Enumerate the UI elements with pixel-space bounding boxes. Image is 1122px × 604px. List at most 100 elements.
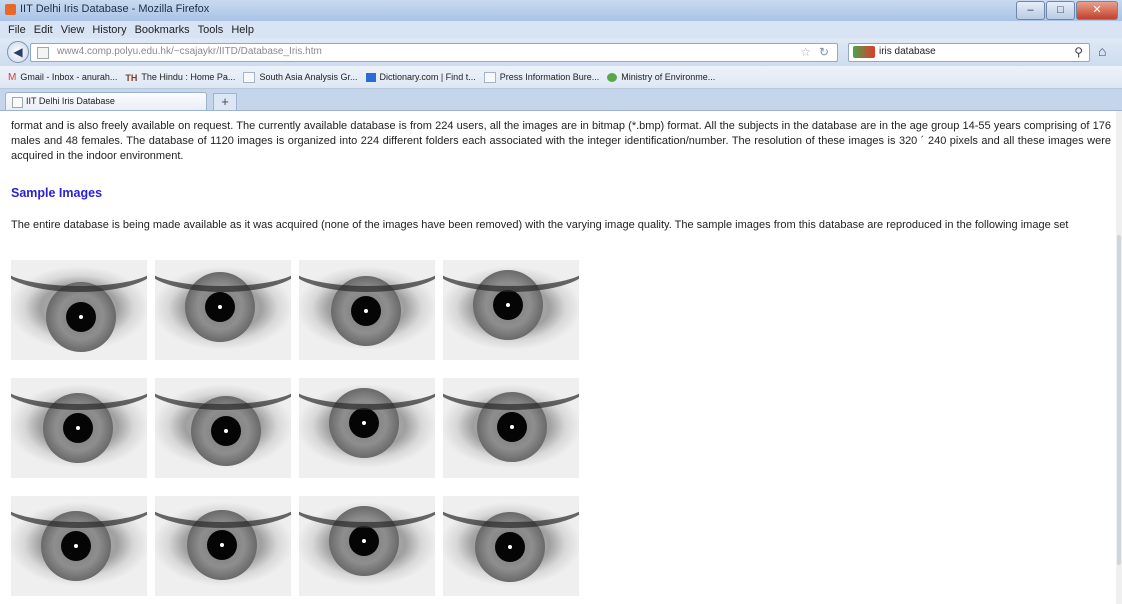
pupil-shape <box>205 292 235 322</box>
address-bar[interactable]: www4.comp.polyu.edu.hk/~csajaykr/IITD/Da… <box>30 43 838 62</box>
bookmark-ministry-environment[interactable]: Ministry of Environme... <box>607 72 715 82</box>
page-icon <box>37 47 49 59</box>
search-engine-icon[interactable] <box>853 46 875 58</box>
bookmark-label: Gmail - Inbox - anurah... <box>20 72 118 82</box>
glint-shape <box>218 305 222 309</box>
bookmark-dictionary[interactable]: Dictionary.com | Find t... <box>365 72 476 82</box>
iris-sample-image <box>11 378 147 478</box>
menu-help[interactable]: Help <box>231 24 254 36</box>
glint-shape <box>362 421 366 425</box>
eyelid-shape <box>299 378 435 410</box>
scrollbar-thumb[interactable] <box>1117 235 1121 565</box>
iris-sample-image <box>443 260 579 360</box>
eyelid-shape <box>11 496 147 528</box>
page-content: format and is also freely available on r… <box>0 111 1116 604</box>
pupil-shape <box>66 302 96 332</box>
iris-sample-image <box>299 378 435 478</box>
close-button[interactable]: ✕ <box>1076 1 1118 20</box>
pupil-shape <box>349 408 379 438</box>
glint-shape <box>79 315 83 319</box>
page-icon <box>483 71 496 83</box>
pupil-shape <box>497 412 527 442</box>
url-text[interactable]: www4.comp.polyu.edu.hk/~csajaykr/IITD/Da… <box>57 46 322 57</box>
glint-shape <box>510 425 514 429</box>
iris-sample-image <box>155 496 291 596</box>
minimize-button[interactable]: – <box>1016 1 1045 20</box>
menu-edit[interactable]: Edit <box>34 24 53 36</box>
menu-history[interactable]: History <box>92 24 126 36</box>
iris-sample-image <box>443 496 579 596</box>
bookmark-the-hindu[interactable]: TH The Hindu : Home Pa... <box>125 72 235 83</box>
eyelid-shape <box>11 378 147 410</box>
bookmark-label: Press Information Bure... <box>499 72 600 82</box>
intro-paragraph: format and is also freely available on r… <box>11 120 1111 162</box>
pupil-shape <box>495 532 525 562</box>
pupil-shape <box>63 413 93 443</box>
navigation-toolbar: ◀ www4.comp.polyu.edu.hk/~csajaykr/IITD/… <box>0 38 1122 66</box>
section-heading: Sample Images <box>11 186 103 200</box>
page-icon <box>243 71 256 83</box>
hindu-icon: TH <box>125 72 138 83</box>
menu-view[interactable]: View <box>61 24 85 36</box>
eyelid-shape <box>155 378 291 410</box>
iris-sample-image <box>443 378 579 478</box>
vertical-scrollbar[interactable] <box>1116 111 1122 604</box>
pupil-shape <box>61 531 91 561</box>
reload-icon[interactable]: ↻ <box>819 45 829 59</box>
eyelid-shape <box>299 496 435 528</box>
glint-shape <box>506 303 510 307</box>
eyelid-shape <box>443 260 579 292</box>
eyelid-shape <box>299 260 435 292</box>
eyelid-shape <box>443 496 579 528</box>
menu-bookmarks[interactable]: Bookmarks <box>135 24 190 36</box>
menu-tools[interactable]: Tools <box>198 24 224 36</box>
glint-shape <box>508 545 512 549</box>
menu-file[interactable]: File <box>8 24 26 36</box>
dictionary-icon <box>365 72 376 82</box>
search-icon[interactable]: ⚲ <box>1074 45 1083 59</box>
back-button[interactable]: ◀ <box>7 41 29 63</box>
pupil-shape <box>349 526 379 556</box>
menu-bar: File Edit View History Bookmarks Tools H… <box>0 21 1122 38</box>
iris-sample-image <box>299 260 435 360</box>
glint-shape <box>364 309 368 313</box>
pupil-shape <box>211 416 241 446</box>
pupil-shape <box>351 296 381 326</box>
moef-icon <box>607 72 618 82</box>
gmail-icon: M <box>8 71 17 83</box>
window-controls: – □ ✕ <box>1015 1 1118 20</box>
glint-shape <box>362 539 366 543</box>
tab-label: IIT Delhi Iris Database <box>26 96 115 106</box>
iris-sample-image <box>11 260 147 360</box>
glint-shape <box>76 426 80 430</box>
iris-sample-image <box>155 260 291 360</box>
firefox-icon <box>5 4 16 15</box>
window-title: IIT Delhi Iris Database - Mozilla Firefo… <box>20 3 210 15</box>
new-tab-button[interactable]: + <box>213 93 237 111</box>
window-titlebar: IIT Delhi Iris Database - Mozilla Firefo… <box>0 0 1122 21</box>
maximize-button[interactable]: □ <box>1046 1 1075 20</box>
eyelid-shape <box>155 496 291 528</box>
iris-sample-image <box>299 496 435 596</box>
bookmark-press-information[interactable]: Press Information Bure... <box>483 71 600 83</box>
tab-iit-delhi-iris-database[interactable]: IIT Delhi Iris Database <box>5 92 207 110</box>
bookmark-label: South Asia Analysis Gr... <box>259 72 358 82</box>
sample-description-paragraph: The entire database is being made availa… <box>11 219 1069 231</box>
bookmark-gmail[interactable]: M Gmail - Inbox - anurah... <box>8 72 117 82</box>
eyelid-shape <box>443 378 579 410</box>
search-box[interactable]: ⚲ <box>848 43 1090 62</box>
search-input[interactable] <box>879 45 1049 58</box>
home-icon[interactable]: ⌂ <box>1098 43 1106 59</box>
glint-shape <box>224 429 228 433</box>
tab-strip: IIT Delhi Iris Database + <box>0 89 1122 111</box>
pupil-shape <box>207 530 237 560</box>
bookmark-label: Dictionary.com | Find t... <box>379 72 476 82</box>
eyelid-shape <box>11 260 147 292</box>
iris-sample-image <box>155 378 291 478</box>
glint-shape <box>74 544 78 548</box>
bookmark-label: Ministry of Environme... <box>621 72 716 82</box>
glint-shape <box>220 543 224 547</box>
iris-sample-image <box>11 496 147 596</box>
bookmark-south-asia-analysis[interactable]: South Asia Analysis Gr... <box>243 71 358 83</box>
star-icon[interactable]: ☆ <box>800 45 811 59</box>
